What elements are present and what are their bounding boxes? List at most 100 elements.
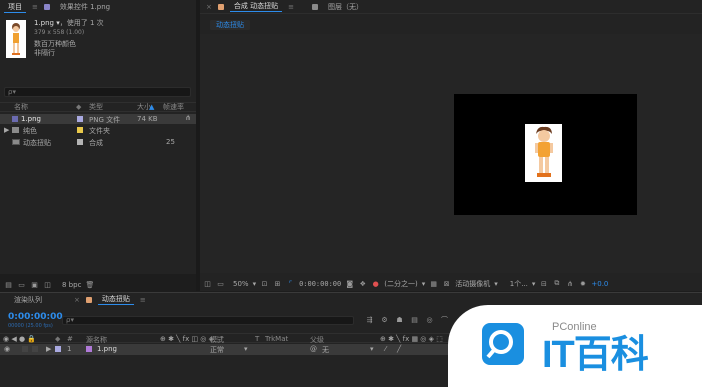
layer-name[interactable]: 1.png	[97, 345, 117, 353]
project-settings-icon[interactable]: ◫	[43, 280, 52, 289]
trash-icon[interactable]: 🗑	[85, 280, 94, 289]
chevron-down-icon[interactable]: ▾	[532, 280, 536, 288]
draft-3d-icon[interactable]: ⚙	[380, 315, 389, 324]
graph-editor-icon[interactable]: ⌒	[440, 315, 449, 324]
current-time[interactable]: 0:00:00:00	[299, 280, 341, 288]
asset-usage: ，使用了 1 次	[59, 19, 104, 27]
close-icon[interactable]: ×	[74, 296, 80, 304]
column-t: T	[255, 335, 260, 343]
tab-layer[interactable]: 图层（无）	[324, 2, 367, 12]
bit-depth-label[interactable]: 8 bpc	[62, 281, 81, 289]
resolution-select[interactable]: (二分之一)	[384, 279, 417, 289]
camera-snapshot-icon[interactable]: ◙	[345, 279, 354, 288]
layer-parent-select[interactable]: 无	[322, 345, 329, 355]
asset-info: 1.png ▾ ，使用了 1 次 379 x 558 (1.00) 数百万种颜色…	[34, 19, 104, 58]
quality-switch-icon[interactable]: ⁄	[385, 345, 386, 353]
chevron-down-icon[interactable]: ▾	[422, 280, 426, 288]
tab-render-queue[interactable]: 渲染队列	[10, 295, 46, 305]
layer-mode-select[interactable]: 正常	[210, 345, 224, 355]
composition-icon	[12, 139, 20, 145]
3d-view-icon[interactable]: ⊠	[442, 279, 451, 288]
new-composition-icon[interactable]: ▣	[30, 280, 39, 289]
region-of-interest-icon[interactable]: ⌜	[286, 279, 295, 288]
chevron-down-icon[interactable]: ▾	[253, 280, 257, 288]
asset-interlace: 非隔行	[34, 49, 55, 57]
column-frame-rate[interactable]: 帧速率	[163, 102, 184, 112]
switches-header-icons: ⊕ ✱ ╲ fx ▦ ◎ ◈ ⬚	[380, 335, 443, 343]
chevron-down-icon[interactable]: ▾	[244, 345, 248, 353]
row-size: 74 KB	[137, 115, 158, 123]
eye-icon[interactable]: ◉	[4, 345, 10, 353]
parent-pickwhip-icon[interactable]: @	[310, 345, 317, 353]
frame-blending-icon[interactable]: ▤	[410, 315, 419, 324]
asset-name[interactable]: 1.png ▾	[34, 19, 60, 28]
safe-margins-icon[interactable]: ⊞	[273, 279, 282, 288]
fast-preview-icon[interactable]: ⧉	[552, 279, 561, 288]
column-trkmat[interactable]: TrkMat	[265, 335, 288, 343]
tab-effect-controls[interactable]: 效果控件 1.png	[56, 2, 114, 12]
motion-blur-icon[interactable]: ◎	[425, 315, 434, 324]
effects-icon	[43, 4, 50, 10]
comp-mini-flowchart-icon[interactable]: ⇶	[365, 315, 374, 324]
project-search-input[interactable]: ρ▾	[4, 87, 191, 97]
search-icon: ρ▾	[66, 316, 74, 324]
row-name: 1.png	[21, 115, 42, 123]
column-number: #	[67, 335, 73, 343]
timeline-search-input[interactable]: ρ▾	[62, 316, 354, 325]
exposure-value[interactable]: +0.0	[591, 280, 608, 288]
views-select[interactable]: 1个...	[510, 279, 528, 289]
close-icon[interactable]: ×	[206, 3, 212, 11]
composition-panel: × 合成 动态扭贴 ≡ 图层（无） 动态扭贴 ◫ ▭ 50% ▾ ⊡ ⊞ ⌜ 0…	[200, 0, 702, 291]
tab-project[interactable]: 项目	[4, 2, 26, 13]
column-name[interactable]: 名称	[14, 102, 28, 112]
collapse-switch-icon[interactable]: ╱	[397, 345, 401, 353]
composition-viewer[interactable]	[200, 34, 702, 273]
lock-box[interactable]	[32, 346, 38, 352]
row-type: 文件夹	[89, 127, 110, 135]
asset-dimensions: 379 x 558 (1.00)	[34, 29, 85, 36]
project-row[interactable]: ▶ 纯色 文件夹	[0, 125, 196, 135]
tab-composition[interactable]: 合成 动态扭贴	[229, 1, 283, 12]
layer-image[interactable]	[525, 124, 562, 182]
label-color[interactable]	[55, 346, 61, 352]
magnifier-icon	[486, 330, 513, 359]
menu-icon[interactable]: ≡	[288, 3, 294, 11]
camera-select[interactable]: 活动摄像机	[455, 279, 490, 289]
show-snapshot-icon[interactable]: ❖	[358, 279, 367, 288]
network-icon: ⋔	[185, 114, 191, 122]
interpret-footage-icon[interactable]: ▤	[4, 280, 13, 289]
composition-tab-icon	[85, 296, 92, 303]
shy-icon[interactable]: ☗	[395, 315, 404, 324]
composition-tab-icon	[217, 3, 224, 10]
chevron-down-icon[interactable]: ▾	[494, 280, 498, 288]
always-preview-icon[interactable]: ◫	[203, 279, 212, 288]
project-row[interactable]: 1.png PNG 文件 74 KB ⋔	[0, 114, 196, 124]
column-type[interactable]: 类型	[89, 102, 103, 112]
row-type: 合成	[89, 139, 103, 147]
timeline-current-time[interactable]: 0:00:00:00	[8, 312, 63, 322]
toggle-transparency-icon[interactable]: ▦	[429, 279, 438, 288]
menu-icon[interactable]: ≡	[140, 296, 146, 304]
solo-box[interactable]	[22, 346, 28, 352]
tab-timeline-composition[interactable]: 动态扭贴	[97, 294, 134, 305]
composition-canvas[interactable]	[454, 94, 637, 215]
search-icon: ρ▾	[8, 88, 16, 96]
project-tabbar: 项目 ≡ 效果控件 1.png	[0, 0, 196, 14]
expand-arrow-icon[interactable]: ▶	[46, 345, 51, 353]
new-folder-icon[interactable]: ▭	[17, 280, 26, 289]
menu-icon[interactable]: ≡	[32, 3, 38, 11]
layer-number: 1	[67, 345, 72, 353]
exposure-icon[interactable]: ✹	[578, 279, 587, 288]
chevron-down-icon[interactable]: ▾	[370, 345, 374, 353]
fit-frame-icon[interactable]: ⊡	[260, 279, 269, 288]
composition-subtab[interactable]: 动态扭贴	[210, 20, 250, 30]
timeline-layer-row[interactable]: ◉ ▶ 1 1.png 正常 ▾ @ 无 ▾ ⁄ ╱	[0, 344, 460, 355]
channel-icon[interactable]: ●	[371, 279, 380, 288]
zoom-select[interactable]: 50%	[233, 280, 249, 288]
label-color	[77, 139, 83, 145]
project-row[interactable]: 动态扭贴 合成 25	[0, 137, 196, 147]
flowchart-icon[interactable]: ⋔	[565, 279, 574, 288]
expand-arrow-icon[interactable]: ▶	[4, 126, 9, 134]
pixel-aspect-icon[interactable]: ⊟	[539, 279, 548, 288]
monitor-icon[interactable]: ▭	[216, 279, 225, 288]
